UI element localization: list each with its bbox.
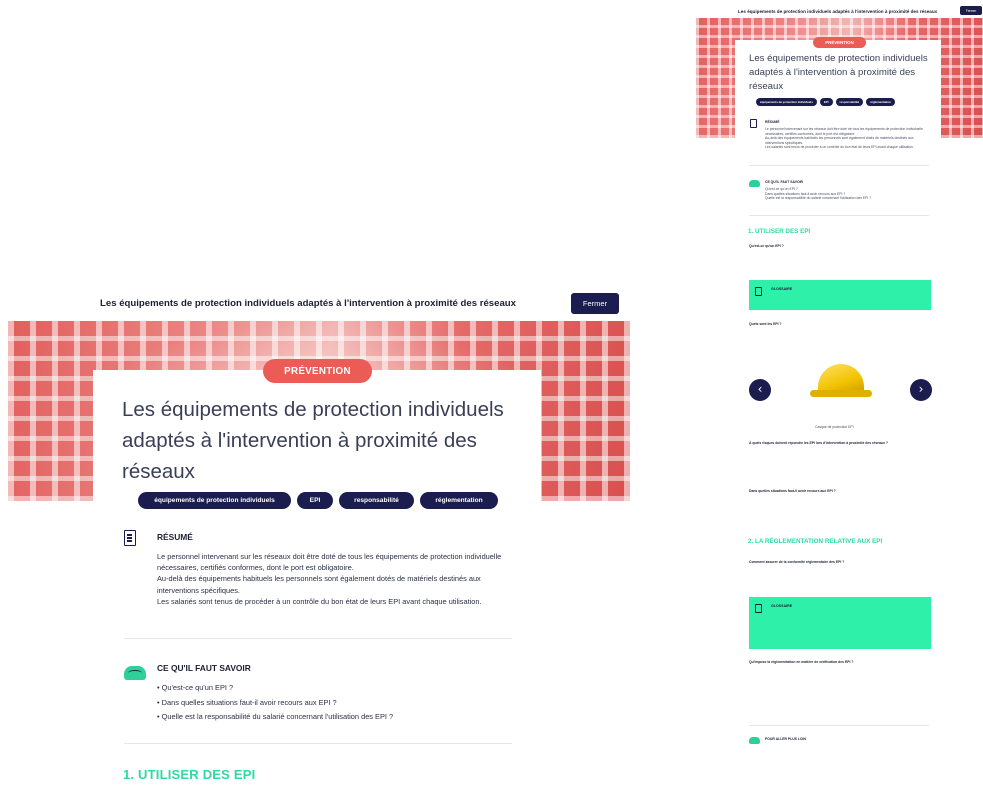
preview-more-title: POUR ALLER PLUS LOIN (765, 737, 806, 741)
preview-divider (749, 725, 929, 726)
tag-epi-full[interactable]: équipements de protection individuels (138, 492, 291, 509)
preview-modal-title: Les équipements de protection individuel… (738, 9, 938, 14)
divider (124, 743, 512, 744)
preview-article-title: Les équipements de protection individuel… (749, 53, 928, 92)
resume-line: Les salariés sont tenus de procéder à un… (157, 596, 482, 606)
carousel-next-button[interactable]: › (910, 379, 932, 401)
savoir-link[interactable]: Quelle est la responsabilité du salarié … (157, 710, 393, 725)
preview-divider (749, 215, 929, 216)
preview-tag-list: équipements de protection individuels EP… (756, 98, 895, 106)
section-heading: 1. UTILISER DES EPI (123, 767, 256, 782)
savoir-title: CE QU'IL FAUT SAVOIR (157, 663, 251, 673)
resume-title: RÉSUMÉ (157, 532, 193, 542)
savoir-link[interactable]: Dans quelles situations faut-il avoir re… (157, 696, 393, 711)
resume-text: Le personnel intervenant sur les réseaux… (157, 551, 517, 607)
preview-category-badge: PRÉVENTION (813, 37, 866, 48)
preview-tag[interactable]: réglementation (866, 98, 895, 106)
preview-resume-line: Le personnel intervenant sur les réseaux… (765, 127, 923, 136)
preview-resume-line: Les salariés sont tenus de procéder à un… (765, 145, 914, 150)
preview-tag[interactable]: EPI (819, 98, 833, 106)
preview-question: À quels risques doivent répondre les EPI… (749, 441, 888, 445)
preview-image-caption: Casque de protection EPI (815, 425, 854, 429)
preview-question: Quels sont les EPI ? (749, 322, 782, 326)
tag-responsabilite[interactable]: responsabilité (339, 492, 414, 509)
tag-reglementation[interactable]: réglementation (420, 492, 498, 509)
savoir-list: Qu'est-ce qu'un EPI ? Dans quelles situa… (157, 681, 393, 725)
preview-section-heading: 1. UTILISER DES EPI (748, 228, 811, 235)
divider (124, 638, 512, 639)
close-button[interactable]: Fermer (571, 293, 619, 314)
preview-divider (749, 165, 929, 166)
modal-header: Les équipements de protection individuel… (8, 290, 630, 318)
preview-resume-title: RÉSUMÉ (765, 120, 780, 124)
category-badge: PRÉVENTION (263, 359, 372, 383)
preview-document-icon (750, 119, 757, 128)
preview-question: Qu'impose la réglementation en matière d… (749, 660, 854, 664)
document-icon (124, 530, 136, 546)
resume-line: Le personnel intervenant sur les réseaux… (157, 552, 502, 573)
article-title: Les équipements de protection individuel… (122, 398, 504, 483)
modal-title: Les équipements de protection individuel… (100, 298, 516, 309)
savoir-link[interactable]: Qu'est-ce qu'un EPI ? (157, 681, 393, 696)
preview-article-card (735, 40, 941, 789)
preview-close-button[interactable]: Fermer (960, 6, 982, 15)
preview-savoir-list: Qu'est-ce qu'un EPI ? Dans quelles situa… (765, 187, 871, 201)
preview-glossary-icon (755, 604, 762, 613)
preview-question: Qu'est-ce qu'un EPI ? (749, 244, 784, 248)
preview-section-heading: 2. LA RÉGLEMENTATION RELATIVE AUX EPI (748, 538, 883, 545)
carousel-prev-button[interactable]: ‹ (749, 379, 771, 401)
tag-list: équipements de protection individuels EP… (138, 492, 498, 509)
preview-resume-line: Au-delà des équipements habituels les pe… (765, 136, 914, 145)
preview-savoir-link[interactable]: Quelle est la responsabilité du salarié … (765, 196, 871, 201)
preview-savoir-title: CE QU'IL FAUT SAVOIR (765, 180, 803, 184)
preview-question: Dans quelles situations faut-il avoir re… (749, 489, 836, 493)
preview-tag[interactable]: responsabilité (835, 98, 864, 106)
tag-epi[interactable]: EPI (297, 492, 333, 509)
preview-resume-text: Le personnel intervenant sur les réseaux… (765, 127, 930, 150)
resume-line: Au-delà des équipements habituels les pe… (157, 574, 481, 595)
preview-binoculars-icon (749, 737, 760, 744)
brain-icon (124, 666, 146, 680)
preview-brain-icon (749, 180, 760, 187)
preview-glossary-title: GLOSSAIRE (771, 287, 793, 291)
helmet-image (810, 362, 872, 400)
preview-tag[interactable]: équipements de protection individuels (756, 98, 817, 106)
preview-glossary-box: GLOSSAIRE (749, 280, 931, 310)
preview-question: Comment assurer de la conformité régleme… (749, 560, 845, 564)
preview-glossary-box: GLOSSAIRE (749, 597, 931, 649)
preview-glossary-title: GLOSSAIRE (771, 604, 793, 608)
preview-glossary-icon (755, 287, 762, 296)
